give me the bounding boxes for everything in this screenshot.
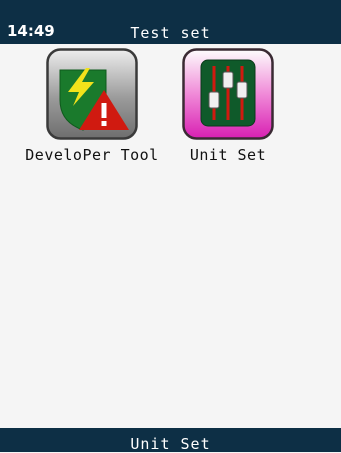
screen-title: Test set [130, 24, 211, 42]
developer-tool-label: DeveloPer Tool [25, 146, 159, 164]
bottom-bar: Unit Set [0, 428, 341, 453]
unit-set-app[interactable]: Unit Set [163, 48, 293, 164]
sliders-icon [182, 48, 274, 140]
app-grid: DeveloPer Tool Unit Set [0, 44, 341, 428]
developer-tool-app[interactable]: DeveloPer Tool [25, 48, 159, 164]
selected-app-label: Unit Set [130, 435, 211, 453]
status-bar: 14:49 Test set [0, 0, 341, 44]
unit-set-label: Unit Set [189, 146, 267, 164]
developer-shield-warning-icon [46, 48, 138, 140]
